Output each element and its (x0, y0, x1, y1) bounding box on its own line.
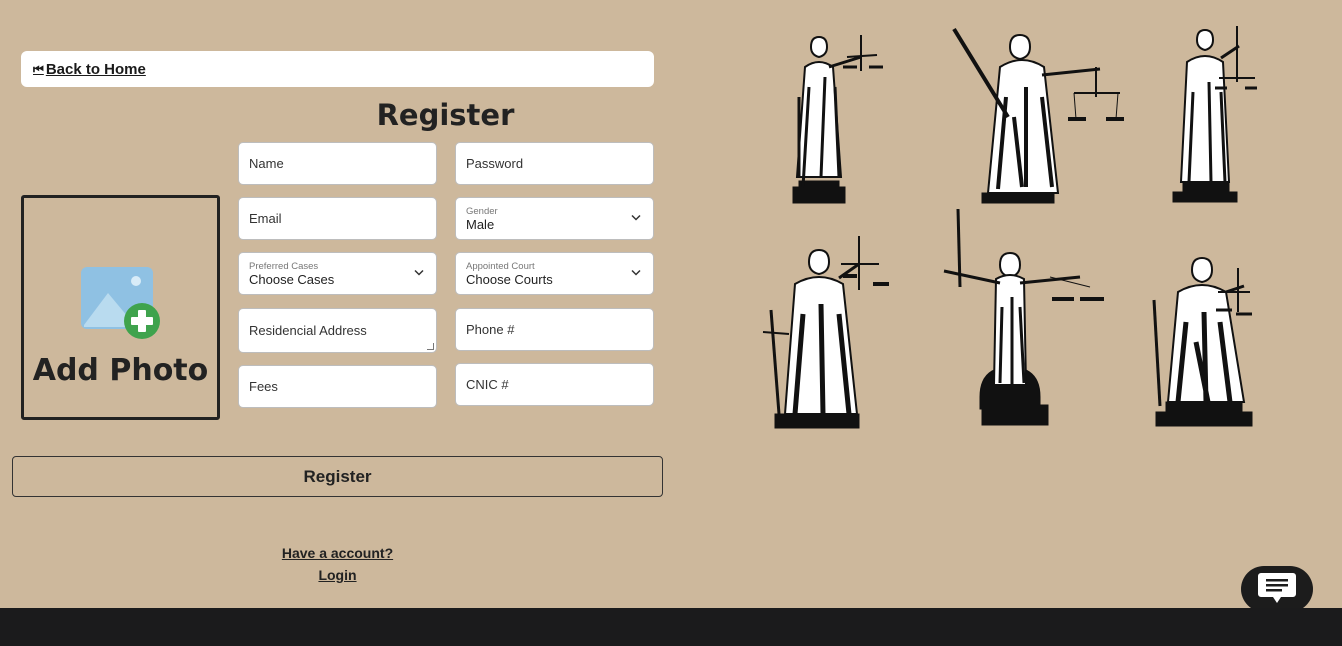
back-to-home-label: Back to Home (45, 60, 146, 78)
back-icon: ⏮ (33, 61, 44, 76)
gender-value: Male (466, 216, 495, 232)
chevron-down-icon (631, 268, 641, 279)
back-bar: ⏮ Back to Home (21, 51, 654, 87)
gender-select[interactable]: Gender Male (455, 197, 654, 240)
chevron-down-icon (631, 213, 641, 224)
footer (0, 608, 1342, 646)
preferred-cases-select[interactable]: Preferred Cases Choose Cases (238, 252, 437, 295)
page-title: Register (376, 98, 515, 132)
resize-handle[interactable] (427, 343, 434, 350)
fees-input[interactable]: Fees (238, 365, 437, 408)
statue-2 (952, 27, 1124, 204)
chevron-down-icon (414, 268, 424, 279)
cnic-input[interactable]: CNIC # (455, 363, 654, 406)
password-input[interactable]: Password (455, 142, 654, 185)
account-links: Have a account? Login (238, 542, 437, 586)
have-account-link[interactable]: Have a account? (282, 545, 393, 561)
justice-statues-illustration (762, 26, 1257, 429)
name-input[interactable]: Name (238, 142, 437, 185)
statue-1 (792, 35, 883, 204)
email-input[interactable]: Email (238, 197, 437, 240)
password-placeholder: Password (466, 156, 524, 171)
preferred-cases-label: Preferred Cases (249, 260, 319, 272)
residential-address-textarea[interactable]: Residencial Address (238, 308, 437, 353)
statue-4 (762, 236, 889, 429)
back-to-home-link[interactable]: ⏮ Back to Home (33, 61, 146, 78)
appointed-court-label: Appointed Court (466, 260, 535, 272)
phone-placeholder: Phone # (466, 322, 515, 337)
cnic-placeholder: CNIC # (466, 377, 509, 392)
register-button[interactable]: Register (12, 456, 663, 497)
add-photo-label: Add Photo (32, 353, 209, 388)
add-photo-icon (80, 265, 162, 341)
statue-6 (1152, 256, 1253, 427)
add-photo-button[interactable]: Add Photo (21, 195, 220, 420)
chat-button[interactable] (1241, 566, 1313, 612)
statue-3 (1172, 26, 1257, 203)
appointed-court-select[interactable]: Appointed Court Choose Courts (455, 252, 654, 295)
name-placeholder: Name (249, 156, 284, 171)
appointed-court-value: Choose Courts (466, 271, 553, 287)
email-placeholder: Email (249, 211, 282, 226)
phone-input[interactable]: Phone # (455, 308, 654, 351)
gender-label: Gender (466, 205, 498, 217)
statue-5 (943, 208, 1104, 426)
fees-placeholder: Fees (249, 379, 278, 394)
preferred-cases-value: Choose Cases (249, 271, 335, 287)
login-link[interactable]: Login (318, 567, 356, 583)
address-placeholder: Residencial Address (249, 323, 367, 338)
chat-icon (1257, 569, 1297, 610)
